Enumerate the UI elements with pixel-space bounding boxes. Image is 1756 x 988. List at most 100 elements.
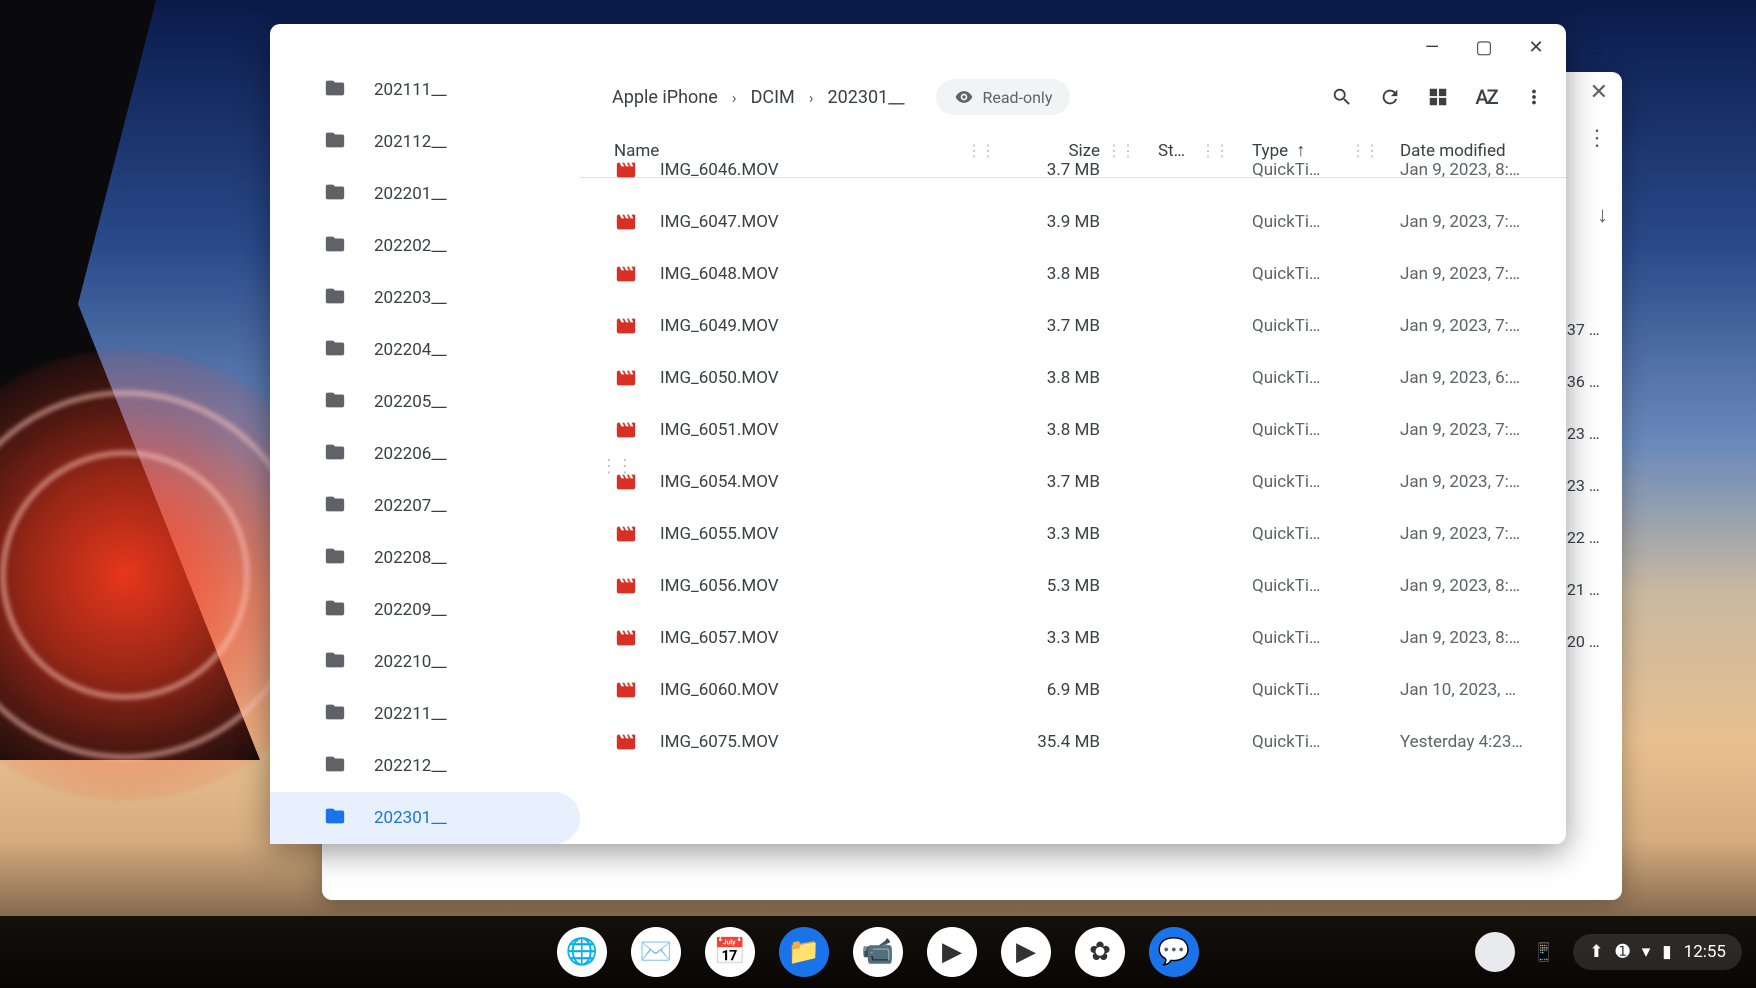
youtube-app-icon[interactable]: ▶ — [1001, 927, 1051, 977]
breadcrumb-dcim[interactable]: DCIM — [743, 81, 803, 114]
sidebar-item-202111__[interactable]: 202111__ — [270, 70, 580, 116]
download-arrow-icon[interactable]: ↓ — [1597, 202, 1608, 228]
sidebar-item-202207__[interactable]: 202207__ — [270, 480, 580, 532]
folder-icon — [324, 129, 346, 156]
status-tray[interactable]: ⬆ ➊ ▾ ▮ 12:55 — [1573, 934, 1742, 970]
file-row[interactable]: IMG_6049.MOV⋮⋮3.7 MB⋮⋮⋮⋮QuickTi…⋮⋮Jan 9,… — [580, 300, 1566, 352]
gmail-app-icon[interactable]: ✉️ — [631, 927, 681, 977]
file-date: Jan 9, 2023, 8:… — [1384, 628, 1554, 648]
sort-button[interactable]: AZ — [1464, 75, 1508, 119]
file-row[interactable]: IMG_6054.MOV⋮⋮3.7 MB⋮⋮⋮⋮QuickTi…⋮⋮Jan 9,… — [580, 456, 1566, 508]
sidebar-item-202201__[interactable]: 202201__ — [270, 168, 580, 220]
sidebar-item-label: 202208__ — [374, 548, 447, 568]
calendar-app-icon[interactable]: 📅 — [705, 927, 755, 977]
file-type: QuickTi… — [1234, 472, 1344, 492]
file-row[interactable]: IMG_6056.MOV⋮⋮5.3 MB⋮⋮⋮⋮QuickTi…⋮⋮Jan 9,… — [580, 560, 1566, 612]
file-name: IMG_6051.MOV — [660, 420, 960, 440]
minimize-button[interactable]: — — [1420, 37, 1444, 58]
search-button[interactable] — [1320, 75, 1364, 119]
breadcrumb-root[interactable]: Apple iPhone — [604, 81, 726, 114]
sidebar-item-202301__[interactable]: 202301__ — [270, 792, 580, 844]
video-file-icon — [614, 210, 638, 234]
file-row[interactable]: IMG_6048.MOV⋮⋮3.8 MB⋮⋮⋮⋮QuickTi…⋮⋮Jan 9,… — [580, 248, 1566, 300]
sidebar-item-202202__[interactable]: 202202__ — [270, 220, 580, 272]
file-row[interactable]: IMG_6060.MOV⋮⋮6.9 MB⋮⋮⋮⋮QuickTi…⋮⋮Jan 10… — [580, 664, 1566, 716]
file-type: QuickTi… — [1234, 316, 1344, 336]
messages-app-icon[interactable]: 💬 — [1149, 927, 1199, 977]
sidebar-item-202203__[interactable]: 202203__ — [270, 272, 580, 324]
eye-icon — [954, 87, 974, 107]
sidebar-item-202210__[interactable]: 202210__ — [270, 636, 580, 688]
refresh-icon — [1379, 86, 1401, 108]
folder-icon — [324, 753, 346, 780]
file-date: Jan 9, 2023, 7:… — [1384, 264, 1554, 284]
grid-view-button[interactable] — [1416, 75, 1460, 119]
file-row[interactable]: IMG_6075.MOV⋮⋮35.4 MB⋮⋮⋮⋮QuickTi…⋮⋮Yeste… — [580, 716, 1566, 768]
chrome-app-icon[interactable]: 🌐 — [557, 927, 607, 977]
grid-icon — [1427, 86, 1449, 108]
file-row[interactable]: IMG_6046.MOV⋮⋮3.7 MB⋮⋮⋮⋮QuickTi…⋮⋮Jan 9,… — [580, 144, 1566, 196]
maximize-button[interactable]: ▢ — [1472, 37, 1496, 58]
notification-badge: ➊ — [1616, 942, 1630, 962]
files-app-icon[interactable]: 📁 — [779, 927, 829, 977]
readonly-label: Read-only — [982, 88, 1052, 107]
sidebar-item-202205__[interactable]: 202205__ — [270, 376, 580, 428]
sidebar-item-202208__[interactable]: 202208__ — [270, 532, 580, 584]
breadcrumb-current[interactable]: 202301__ — [820, 81, 913, 114]
close-icon[interactable]: ✕ — [1590, 80, 1608, 105]
more-vertical-icon — [1523, 86, 1545, 108]
user-avatar[interactable] — [1475, 932, 1515, 972]
file-list[interactable]: IMG_6046.MOV⋮⋮3.7 MB⋮⋮⋮⋮QuickTi…⋮⋮Jan 9,… — [580, 144, 1566, 844]
more-icon[interactable]: ⋮ — [1586, 126, 1608, 151]
more-button[interactable] — [1512, 75, 1556, 119]
file-date: Jan 9, 2023, 7:… — [1384, 472, 1554, 492]
sidebar-item-label: 202203__ — [374, 288, 447, 308]
video-file-icon — [614, 626, 638, 650]
shelf: 🌐 ✉️ 📅 📁 📹 ▶ ▶ ✿ 💬 📱 ⬆ ➊ ▾ ▮ 12:55 — [0, 916, 1756, 988]
play-app-icon[interactable]: ▶ — [927, 927, 977, 977]
file-date: Jan 9, 2023, 7:… — [1384, 212, 1554, 232]
file-type: QuickTi… — [1234, 368, 1344, 388]
file-size: 3.7 MB — [1000, 472, 1100, 492]
video-file-icon — [614, 678, 638, 702]
file-type: QuickTi… — [1234, 628, 1344, 648]
sidebar-item-label: 202204__ — [374, 340, 447, 360]
photos-app-icon[interactable]: ✿ — [1075, 927, 1125, 977]
file-size: 3.7 MB — [1000, 316, 1100, 336]
file-date: Jan 9, 2023, 6:… — [1384, 368, 1554, 388]
sidebar-item-202211__[interactable]: 202211__ — [270, 688, 580, 740]
file-size: 6.9 MB — [1000, 680, 1100, 700]
folder-icon — [324, 77, 346, 104]
meet-app-icon[interactable]: 📹 — [853, 927, 903, 977]
sidebar-item-label: 202111__ — [374, 80, 447, 100]
phone-hub-icon[interactable]: 📱 — [1533, 942, 1555, 963]
file-row[interactable]: IMG_6051.MOV⋮⋮3.8 MB⋮⋮⋮⋮QuickTi…⋮⋮Jan 9,… — [580, 404, 1566, 456]
system-tray[interactable]: 📱 ⬆ ➊ ▾ ▮ 12:55 — [1475, 932, 1742, 972]
sidebar-item-label: 202301__ — [374, 808, 447, 828]
file-size: 3.8 MB — [1000, 264, 1100, 284]
refresh-button[interactable] — [1368, 75, 1412, 119]
sidebar-item-label: 202207__ — [374, 496, 447, 516]
file-type: QuickTi… — [1234, 680, 1344, 700]
sidebar-item-202112__[interactable]: 202112__ — [270, 116, 580, 168]
folder-sidebar[interactable]: 202111__ 202112__ 202201__202202__ 202203__… — [270, 70, 580, 844]
file-size: 3.9 MB — [1000, 212, 1100, 232]
close-button[interactable]: ✕ — [1524, 37, 1548, 58]
file-row[interactable]: IMG_6050.MOV⋮⋮3.8 MB⋮⋮⋮⋮QuickTi…⋮⋮Jan 9,… — [580, 352, 1566, 404]
file-row[interactable]: IMG_6057.MOV⋮⋮3.3 MB⋮⋮⋮⋮QuickTi…⋮⋮Jan 9,… — [580, 612, 1566, 664]
sidebar-item-202204__[interactable]: 202204__ — [270, 324, 580, 376]
file-type: QuickTi… — [1234, 160, 1344, 180]
sidebar-resize-handle[interactable]: ⋮⋮ — [600, 456, 632, 477]
sidebar-item-202209__[interactable]: 202209__ — [270, 584, 580, 636]
file-type: QuickTi… — [1234, 576, 1344, 596]
file-size: 35.4 MB — [1000, 732, 1100, 752]
file-row[interactable]: IMG_6047.MOV⋮⋮3.9 MB⋮⋮⋮⋮QuickTi…⋮⋮Jan 9,… — [580, 196, 1566, 248]
sidebar-item-202212__[interactable]: 202212__ — [270, 740, 580, 792]
files-window: — ▢ ✕ 202111__202112__202201__202202__20… — [270, 24, 1566, 844]
sidebar-item-label: 202209__ — [374, 600, 447, 620]
file-type: QuickTi… — [1234, 420, 1344, 440]
file-row[interactable]: IMG_6055.MOV⋮⋮3.3 MB⋮⋮⋮⋮QuickTi…⋮⋮Jan 9,… — [580, 508, 1566, 560]
sidebar-item-label: 202112__ — [374, 132, 447, 152]
sidebar-item-202206__[interactable]: 202206__ — [270, 428, 580, 480]
window-titlebar: — ▢ ✕ — [270, 24, 1566, 70]
